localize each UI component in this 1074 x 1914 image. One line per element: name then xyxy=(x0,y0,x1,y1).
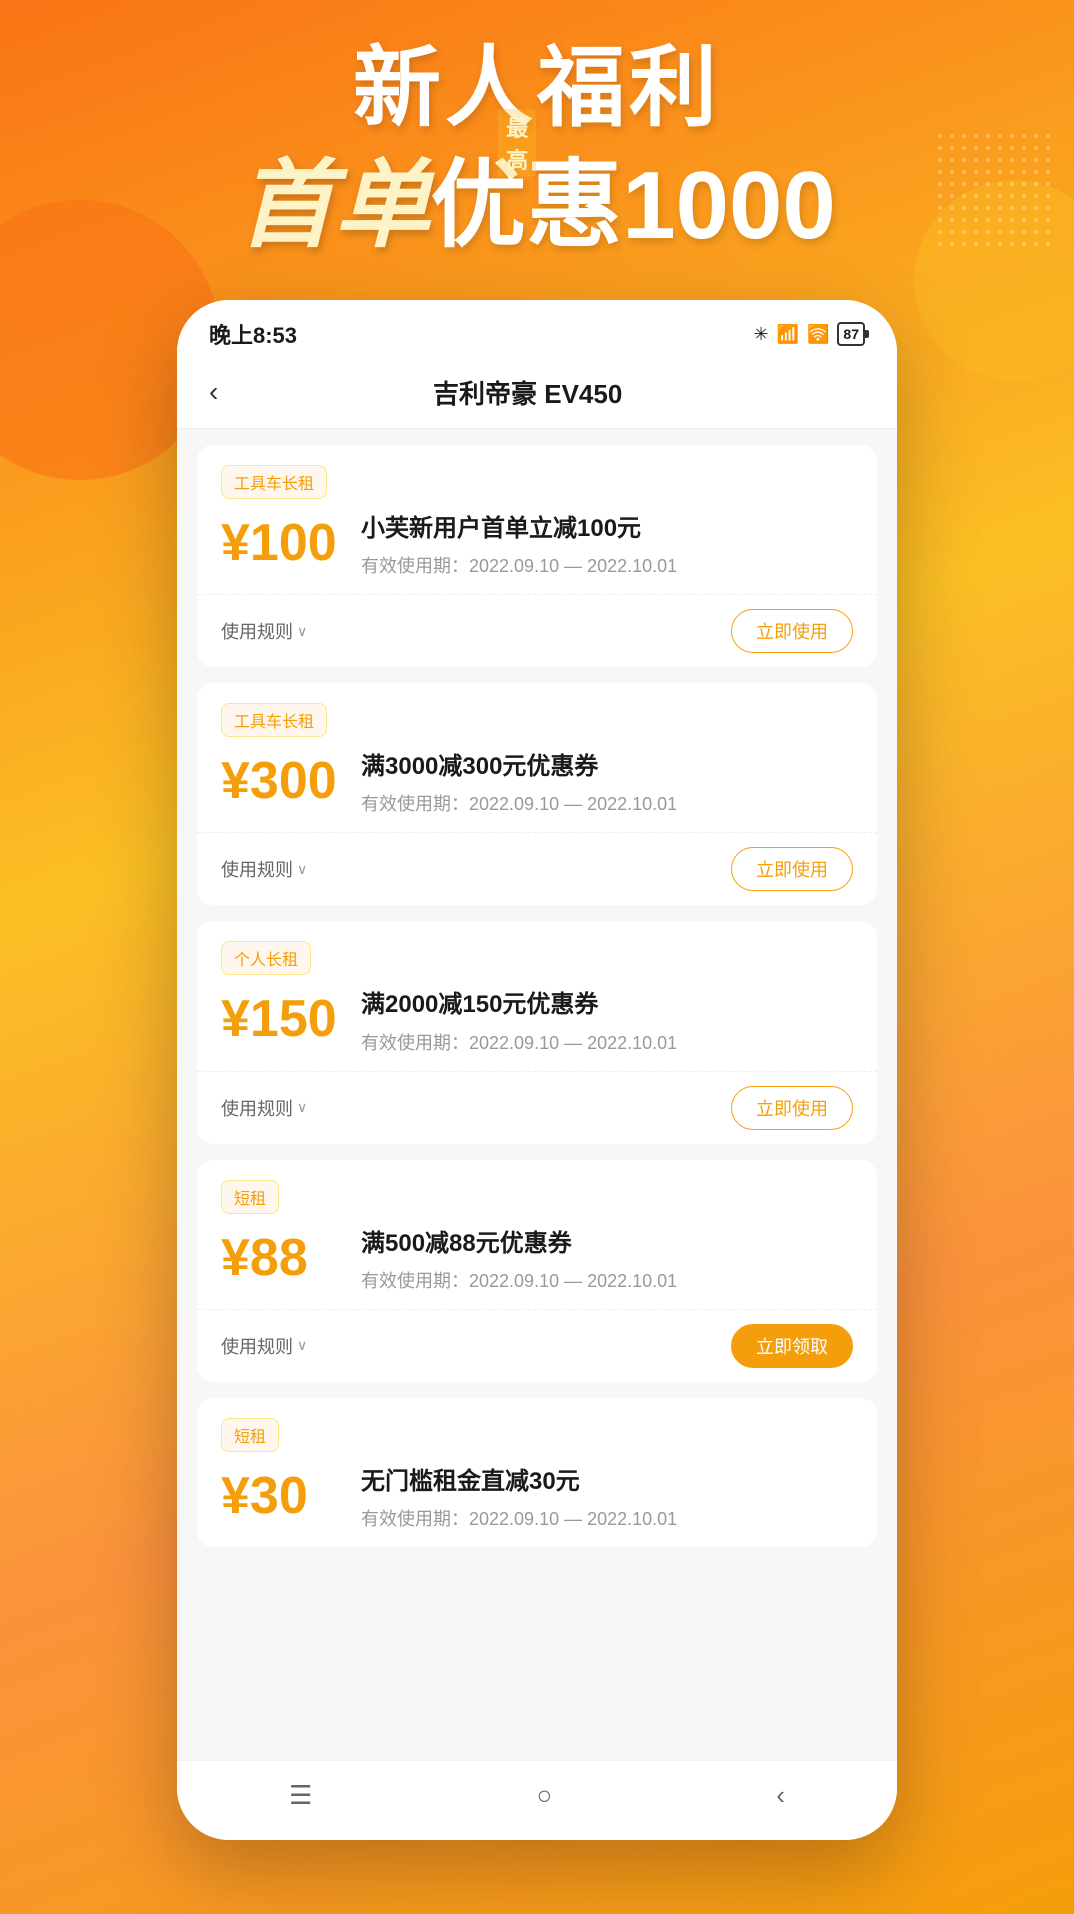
chevron-down-icon-3: ∨ xyxy=(297,1099,307,1116)
coupon-list[interactable]: 工具车长租 ¥100 小芙新用户首单立减100元 有效使用期：2022.09.1… xyxy=(177,429,897,1829)
home-icon[interactable]: ○ xyxy=(536,1780,552,1811)
coupon-body-5: ¥30 无门槛租金直减30元 有效使用期：2022.09.10 — 2022.1… xyxy=(221,1466,853,1531)
coupon-name-1: 小芙新用户首单立减100元 xyxy=(361,513,853,544)
coupon-validity-5: 有效使用期：2022.09.10 — 2022.10.01 xyxy=(361,1505,853,1531)
coupon-amount-1: ¥100 xyxy=(221,513,341,569)
coupon-name-2: 满3000减300元优惠券 xyxy=(361,751,853,782)
coupon-name-3: 满2000减150元优惠券 xyxy=(361,989,853,1020)
coupon-info-3: 满2000减150元优惠券 有效使用期：2022.09.10 — 2022.10… xyxy=(361,989,853,1054)
use-button-1[interactable]: 立即使用 xyxy=(731,609,853,653)
shou-dan-container: 最高 首单 xyxy=(238,127,430,266)
menu-icon[interactable]: ☰ xyxy=(289,1780,312,1811)
coupon-validity-2: 有效使用期：2022.09.10 — 2022.10.01 xyxy=(361,790,853,816)
coupon-info-2: 满3000减300元优惠券 有效使用期：2022.09.10 — 2022.10… xyxy=(361,751,853,816)
coupon-body-1: ¥100 小芙新用户首单立减100元 有效使用期：2022.09.10 — 20… xyxy=(221,513,853,578)
zuigao-badge: 最高 xyxy=(498,109,536,177)
use-button-3[interactable]: 立即使用 xyxy=(731,1086,853,1130)
coupon-info-4: 满500减88元优惠券 有效使用期：2022.09.10 — 2022.10.0… xyxy=(361,1228,853,1293)
coupon-amount-4: ¥88 xyxy=(221,1228,341,1284)
status-icons: ✳ 📶 🛜 87 xyxy=(753,322,865,346)
coupon-tag-4: 短租 xyxy=(221,1180,279,1214)
nav-bar: ‹ 吉利帝豪 EV450 xyxy=(177,360,897,429)
coupon-amount-3: ¥150 xyxy=(221,989,341,1045)
coupon-card-4: 短租 ¥88 满500减88元优惠券 有效使用期：2022.09.10 — 20… xyxy=(197,1160,877,1382)
use-button-4[interactable]: 立即领取 xyxy=(731,1324,853,1368)
hero-section: 新人福利 最高 首单 优惠1000 xyxy=(0,40,1074,266)
coupon-tag-2: 工具车长租 xyxy=(221,703,327,737)
page-title: 吉利帝豪 EV450 xyxy=(230,374,825,411)
coupon-info-1: 小芙新用户首单立减100元 有效使用期：2022.09.10 — 2022.10… xyxy=(361,513,853,578)
hero-title: 新人福利 xyxy=(0,40,1074,137)
battery-icon: 87 xyxy=(837,322,865,346)
coupon-validity-4: 有效使用期：2022.09.10 — 2022.10.01 xyxy=(361,1267,853,1293)
back-nav-icon[interactable]: ‹ xyxy=(776,1780,785,1811)
chevron-down-icon-4: ∨ xyxy=(297,1337,307,1354)
coupon-validity-3: 有效使用期：2022.09.10 — 2022.10.01 xyxy=(361,1029,853,1055)
use-button-2[interactable]: 立即使用 xyxy=(731,847,853,891)
coupon-top-4: 短租 ¥88 满500减88元优惠券 有效使用期：2022.09.10 — 20… xyxy=(197,1160,877,1309)
rules-button-3[interactable]: 使用规则 ∨ xyxy=(221,1095,307,1121)
back-button[interactable]: ‹ xyxy=(209,372,230,412)
coupon-footer-4: 使用规则 ∨ 立即领取 xyxy=(197,1309,877,1382)
coupon-footer-2: 使用规则 ∨ 立即使用 xyxy=(197,832,877,905)
coupon-tag-5: 短租 xyxy=(221,1418,279,1452)
coupon-card-3: 个人长租 ¥150 满2000减150元优惠券 有效使用期：2022.09.10… xyxy=(197,921,877,1143)
shou-dan-text: 首单 xyxy=(238,152,430,259)
coupon-body-2: ¥300 满3000减300元优惠券 有效使用期：2022.09.10 — 20… xyxy=(221,751,853,816)
chevron-down-icon-2: ∨ xyxy=(297,861,307,878)
wifi-icon: 🛜 xyxy=(807,324,829,345)
coupon-tag-3: 个人长租 xyxy=(221,941,311,975)
rules-button-1[interactable]: 使用规则 ∨ xyxy=(221,618,307,644)
rules-button-4[interactable]: 使用规则 ∨ xyxy=(221,1333,307,1359)
chevron-down-icon-1: ∨ xyxy=(297,623,307,640)
coupon-top-3: 个人长租 ¥150 满2000减150元优惠券 有效使用期：2022.09.10… xyxy=(197,921,877,1070)
coupon-top-1: 工具车长租 ¥100 小芙新用户首单立减100元 有效使用期：2022.09.1… xyxy=(197,445,877,594)
coupon-amount-2: ¥300 xyxy=(221,751,341,807)
coupon-top-2: 工具车长租 ¥300 满3000减300元优惠券 有效使用期：2022.09.1… xyxy=(197,683,877,832)
coupon-top-5: 短租 ¥30 无门槛租金直减30元 有效使用期：2022.09.10 — 202… xyxy=(197,1398,877,1547)
phone-mockup: 晚上8:53 ✳ 📶 🛜 87 ‹ 吉利帝豪 EV450 工具车长租 ¥100 … xyxy=(177,300,897,1840)
coupon-info-5: 无门槛租金直减30元 有效使用期：2022.09.10 — 2022.10.01 xyxy=(361,1466,853,1531)
coupon-name-4: 满500减88元优惠券 xyxy=(361,1228,853,1259)
coupon-amount-5: ¥30 xyxy=(221,1466,341,1522)
coupon-card-5: 短租 ¥30 无门槛租金直减30元 有效使用期：2022.09.10 — 202… xyxy=(197,1398,877,1547)
coupon-body-4: ¥88 满500减88元优惠券 有效使用期：2022.09.10 — 2022.… xyxy=(221,1228,853,1293)
coupon-footer-3: 使用规则 ∨ 立即使用 xyxy=(197,1071,877,1144)
coupon-card-1: 工具车长租 ¥100 小芙新用户首单立减100元 有效使用期：2022.09.1… xyxy=(197,445,877,667)
hero-subtitle-row: 最高 首单 优惠1000 xyxy=(0,127,1074,266)
status-time: 晚上8:53 xyxy=(209,318,297,350)
coupon-footer-1: 使用规则 ∨ 立即使用 xyxy=(197,594,877,667)
coupon-body-3: ¥150 满2000减150元优惠券 有效使用期：2022.09.10 — 20… xyxy=(221,989,853,1054)
bottom-nav: ☰ ○ ‹ xyxy=(177,1760,897,1840)
coupon-card-2: 工具车长租 ¥300 满3000减300元优惠券 有效使用期：2022.09.1… xyxy=(197,683,877,905)
signal-icon: 📶 xyxy=(777,324,799,345)
status-bar: 晚上8:53 ✳ 📶 🛜 87 xyxy=(177,300,897,360)
coupon-validity-1: 有效使用期：2022.09.10 — 2022.10.01 xyxy=(361,552,853,578)
you-hui-text: 优惠1000 xyxy=(430,127,836,266)
rules-button-2[interactable]: 使用规则 ∨ xyxy=(221,856,307,882)
coupon-name-5: 无门槛租金直减30元 xyxy=(361,1466,853,1497)
bluetooth-icon: ✳ xyxy=(753,324,768,345)
coupon-tag-1: 工具车长租 xyxy=(221,465,327,499)
